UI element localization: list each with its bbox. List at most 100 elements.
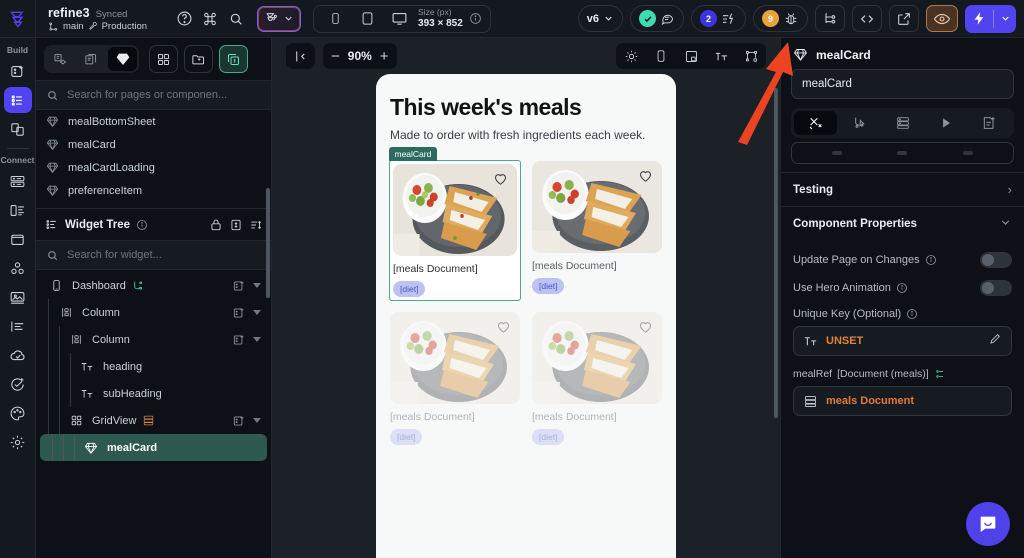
rail-item-settings[interactable] bbox=[4, 429, 32, 455]
chevron-down-icon[interactable] bbox=[253, 283, 261, 288]
component-properties-row[interactable]: Component Properties bbox=[781, 206, 1024, 240]
rail-item-deploy[interactable] bbox=[4, 342, 32, 368]
device-mobile-button[interactable] bbox=[322, 6, 348, 32]
expand-vertical-icon[interactable] bbox=[229, 218, 243, 232]
tab-pages-components[interactable] bbox=[46, 47, 75, 71]
intercom-launcher-button[interactable] bbox=[966, 502, 1010, 546]
comments-button[interactable] bbox=[630, 5, 684, 32]
canvas-settings-button[interactable] bbox=[736, 43, 766, 69]
command-palette-button[interactable] bbox=[197, 6, 223, 32]
add-widget-icon[interactable] bbox=[232, 333, 246, 347]
canvas-scrollbar[interactable] bbox=[774, 88, 778, 418]
rail-item-media[interactable] bbox=[4, 284, 32, 310]
component-name-input[interactable] bbox=[802, 78, 1003, 90]
rail-item-api-calls[interactable] bbox=[4, 255, 32, 281]
testing-row[interactable]: Testing › bbox=[781, 172, 1024, 206]
rail-item-widget-palette[interactable] bbox=[3, 87, 32, 113]
preview-toggle-button[interactable] bbox=[926, 5, 958, 32]
tree-node-dashboard[interactable]: Dashboard bbox=[36, 272, 271, 299]
rail-item-page-selector[interactable] bbox=[4, 58, 32, 84]
global-search-button[interactable] bbox=[223, 6, 249, 32]
new-folder-button[interactable] bbox=[184, 45, 213, 73]
rail-item-components[interactable] bbox=[4, 116, 32, 142]
branch-switcher[interactable] bbox=[257, 5, 302, 32]
rail-item-tests[interactable] bbox=[4, 371, 32, 397]
warnings-button[interactable]: 9 bbox=[753, 5, 808, 32]
favorite-heart-icon[interactable] bbox=[637, 318, 654, 335]
info-icon[interactable] bbox=[136, 219, 148, 231]
run-button[interactable] bbox=[965, 4, 1016, 33]
app-logo[interactable] bbox=[0, 0, 36, 38]
info-icon[interactable] bbox=[925, 254, 937, 266]
list-item[interactable]: preferenceItem bbox=[36, 179, 271, 202]
rail-item-database[interactable] bbox=[4, 168, 32, 194]
favorite-heart-icon[interactable] bbox=[495, 318, 512, 335]
rail-item-localization[interactable] bbox=[4, 313, 32, 339]
share-button[interactable] bbox=[889, 5, 919, 32]
component-search-input[interactable] bbox=[67, 89, 261, 101]
text-scale-button[interactable] bbox=[706, 43, 736, 69]
tree-node-column-1[interactable]: Column bbox=[36, 299, 271, 326]
meal-card[interactable]: [meals Document] [diet] bbox=[532, 312, 662, 446]
info-icon[interactable] bbox=[906, 308, 918, 320]
branch-name[interactable]: main bbox=[63, 21, 84, 32]
list-item[interactable]: mealCard bbox=[36, 133, 271, 156]
sort-icon[interactable] bbox=[249, 218, 263, 232]
add-component-button[interactable] bbox=[219, 45, 248, 73]
chevron-down-icon[interactable] bbox=[999, 216, 1012, 232]
widget-search-bar[interactable] bbox=[36, 240, 271, 270]
left-panel-scrollbar[interactable] bbox=[266, 188, 270, 298]
device-frame-button[interactable] bbox=[646, 43, 676, 69]
meal-card-selected[interactable]: mealCard [meals Document] [diet] bbox=[388, 147, 521, 302]
lock-icon[interactable] bbox=[209, 218, 223, 232]
update-page-toggle[interactable] bbox=[980, 252, 1012, 268]
info-icon[interactable] bbox=[469, 12, 482, 25]
rail-item-app-state[interactable] bbox=[4, 197, 32, 223]
theme-toggle-button[interactable] bbox=[616, 43, 646, 69]
favorite-heart-icon[interactable] bbox=[637, 167, 654, 184]
add-widget-icon[interactable] bbox=[232, 279, 246, 293]
chevron-down-icon[interactable] bbox=[253, 337, 261, 342]
environment-name[interactable]: Production bbox=[102, 21, 147, 32]
rail-item-theme[interactable] bbox=[4, 400, 32, 426]
responsive-preview-button[interactable] bbox=[676, 43, 706, 69]
logic-flow-icon[interactable] bbox=[132, 279, 145, 292]
rail-item-storage[interactable] bbox=[4, 226, 32, 252]
list-item[interactable]: mealCardLoading bbox=[36, 156, 271, 179]
tab-backend-query[interactable] bbox=[881, 111, 924, 135]
hero-animation-toggle[interactable] bbox=[980, 280, 1012, 296]
meal-ref-field[interactable]: meals Document bbox=[793, 386, 1012, 416]
code-view-button[interactable] bbox=[852, 5, 882, 32]
meal-card[interactable]: [meals Document] [diet] bbox=[390, 312, 520, 446]
favorite-heart-icon[interactable] bbox=[492, 170, 509, 187]
add-widget-icon[interactable] bbox=[232, 306, 246, 320]
info-icon[interactable] bbox=[896, 282, 908, 294]
tree-node-gridview[interactable]: GridView bbox=[36, 407, 271, 434]
zoom-in-button[interactable]: + bbox=[380, 49, 389, 64]
tree-node-mealcard[interactable]: mealCard bbox=[40, 434, 267, 461]
tree-node-subheading[interactable]: subHeading bbox=[36, 380, 271, 407]
issues-button[interactable]: 2 bbox=[691, 5, 746, 32]
device-desktop-button[interactable] bbox=[386, 6, 412, 32]
chevron-down-icon[interactable] bbox=[253, 418, 261, 423]
zoom-out-button[interactable]: − bbox=[331, 49, 340, 64]
tab-animations[interactable] bbox=[924, 111, 967, 135]
add-widget-icon[interactable] bbox=[232, 414, 246, 428]
list-item[interactable]: mealBottomSheet bbox=[36, 110, 271, 133]
widget-search-input[interactable] bbox=[67, 249, 261, 261]
tab-generate[interactable] bbox=[968, 111, 1011, 135]
grid-view-button[interactable] bbox=[149, 45, 178, 73]
tree-node-heading[interactable]: heading bbox=[36, 353, 271, 380]
tab-pages[interactable] bbox=[77, 47, 106, 71]
component-search-bar[interactable] bbox=[36, 80, 271, 110]
component-name-field[interactable] bbox=[791, 69, 1014, 99]
link-nodes-icon[interactable] bbox=[934, 368, 946, 380]
tab-actions[interactable] bbox=[837, 111, 880, 135]
navigation-tree-button[interactable] bbox=[815, 5, 845, 32]
version-selector[interactable]: v6 bbox=[577, 5, 623, 32]
unique-key-field[interactable]: UNSET bbox=[793, 326, 1012, 356]
collapse-panel-button[interactable] bbox=[286, 43, 315, 69]
help-button[interactable] bbox=[171, 6, 197, 32]
tab-components[interactable] bbox=[108, 47, 137, 71]
device-tablet-button[interactable] bbox=[354, 6, 380, 32]
